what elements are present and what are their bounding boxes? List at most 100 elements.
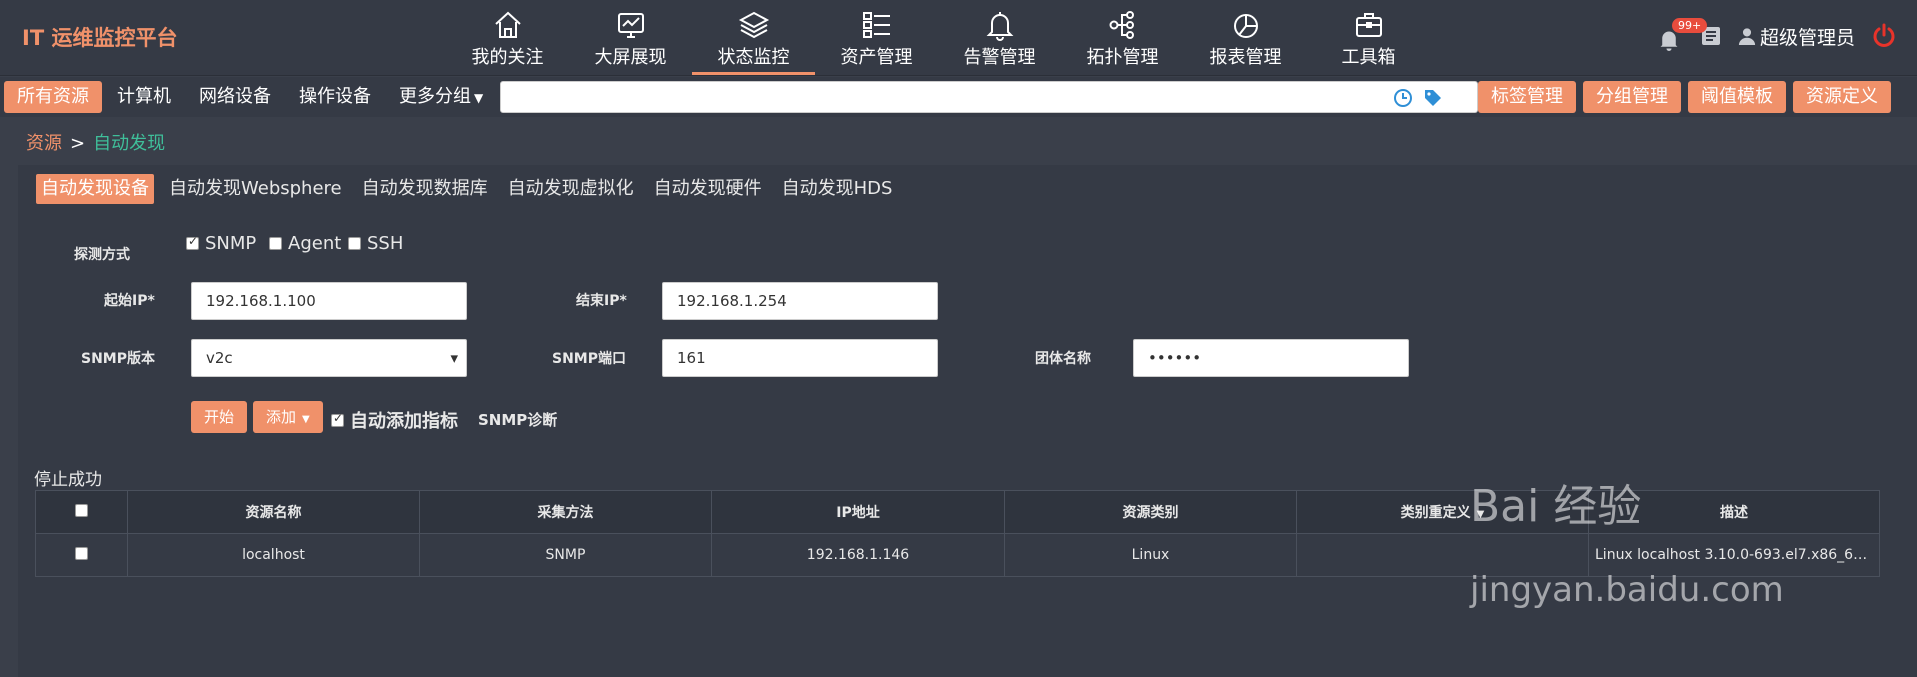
nav-item-asset-manage[interactable]: 资产管理	[815, 0, 938, 76]
snmp-version-select[interactable]: v2c	[191, 339, 467, 377]
select-all-checkbox[interactable]	[75, 503, 88, 517]
group-computer[interactable]: 计算机	[104, 81, 184, 113]
nav-label: 告警管理	[963, 47, 1036, 68]
start-ip-label: 起始IP*	[104, 293, 155, 309]
select-all-cell	[35, 490, 128, 534]
nav-label: 报表管理	[1209, 47, 1282, 68]
snmp-port-label: SNMP端口	[552, 351, 626, 367]
col-ip-address[interactable]: IP地址	[711, 490, 1005, 534]
tab-discover-virtualization[interactable]: 自动发现虚拟化	[503, 174, 639, 204]
community-input[interactable]: ••••••	[1133, 339, 1409, 377]
power-icon[interactable]	[1871, 23, 1897, 49]
auto-add-metric-checkbox[interactable]: 自动添加指标	[331, 407, 458, 433]
list-icon	[862, 12, 890, 38]
group-manage-button[interactable]: 分组管理	[1583, 81, 1681, 113]
top-navbar: IT 运维监控平台 我的关注 大屏展现 状态监控 资产管理 告警管理 拓扑管理	[0, 0, 1917, 76]
notifications-button[interactable]: 99+	[1658, 18, 1708, 51]
home-icon	[494, 11, 521, 38]
caret-down-icon: ▼	[302, 414, 310, 425]
threshold-template-button[interactable]: 阈值模板	[1688, 81, 1786, 113]
bell-icon	[986, 12, 1013, 41]
checkbox-box[interactable]	[331, 411, 344, 427]
tab-discover-database[interactable]: 自动发现数据库	[357, 174, 493, 204]
snmp-version-label: SNMP版本	[81, 351, 155, 367]
add-button-label: 添加	[266, 408, 297, 426]
snmp-diagnose-link[interactable]: SNMP诊断	[478, 409, 557, 430]
end-ip-label: 结束IP*	[576, 293, 627, 309]
discover-tabs: 自动发现设备 自动发现Websphere 自动发现数据库 自动发现虚拟化 自动发…	[36, 174, 897, 204]
nav-item-alarm-manage[interactable]: 告警管理	[938, 0, 1061, 76]
main-nav: 我的关注 大屏展现 状态监控 资产管理 告警管理 拓扑管理 报表管理 工具箱	[446, 0, 1430, 76]
probe-snmp-checkbox[interactable]: SNMP	[186, 233, 256, 254]
topology-icon	[1109, 11, 1134, 39]
cell-resource-name: localhost	[127, 533, 420, 577]
probe-ssh-label: SSH	[367, 233, 404, 254]
row-checkbox[interactable]	[75, 546, 88, 560]
app-title: IT 运维监控平台	[22, 26, 178, 50]
probe-method-label: 探测方式	[74, 247, 130, 263]
user-icon	[1738, 28, 1756, 45]
resource-group-bar: 所有资源 计算机 网络设备 操作设备 更多分组 ▼ 标签管理 分组管理 阈值模板 …	[0, 77, 1917, 117]
user-menu[interactable]: 超级管理员	[1738, 23, 1855, 50]
start-ip-input[interactable]: 192.168.1.100	[191, 282, 467, 320]
probe-ssh-checkbox[interactable]: SSH	[348, 233, 403, 254]
status-text: 停止成功	[34, 470, 102, 490]
layers-icon	[738, 11, 769, 39]
nav-item-big-screen[interactable]: 大屏展现	[569, 0, 692, 76]
breadcrumb-separator: >	[70, 133, 86, 154]
cell-resource-type: Linux	[1004, 533, 1297, 577]
nav-label: 我的关注	[471, 47, 544, 68]
cell-collect-method: SNMP	[419, 533, 712, 577]
community-label: 团体名称	[1035, 351, 1091, 367]
nav-label: 工具箱	[1341, 47, 1396, 68]
nav-item-status-monitor[interactable]: 状态监控	[692, 0, 815, 76]
add-dropdown-button[interactable]: 添加 ▼	[253, 401, 323, 433]
tab-discover-hds[interactable]: 自动发现HDS	[777, 174, 898, 204]
resource-define-button[interactable]: 资源定义	[1793, 81, 1891, 113]
nav-item-topology-manage[interactable]: 拓扑管理	[1061, 0, 1184, 76]
col-resource-name[interactable]: 资源名称	[127, 490, 420, 534]
tab-discover-websphere[interactable]: 自动发现Websphere	[164, 174, 347, 204]
probe-agent-label: Agent	[288, 233, 342, 254]
nav-label: 资产管理	[840, 47, 913, 68]
checkbox-box[interactable]	[186, 234, 199, 250]
checkbox-box[interactable]	[348, 237, 361, 250]
tab-discover-device[interactable]: 自动发现设备	[36, 174, 154, 204]
baidu-watermark: Bai 经验	[1470, 481, 1642, 532]
group-more-dropdown[interactable]: 更多分组 ▼	[386, 81, 496, 113]
tag-manage-button[interactable]: 标签管理	[1478, 81, 1576, 113]
baidu-watermark-url: jingyan.baidu.com	[1470, 570, 1784, 610]
start-button[interactable]: 开始	[191, 401, 248, 433]
nav-label: 大屏展现	[594, 47, 667, 68]
pie-chart-icon	[1233, 14, 1258, 38]
nav-item-toolbox[interactable]: 工具箱	[1307, 0, 1430, 76]
header-actions: 99+ 超级管理员	[1658, 18, 1897, 51]
col-type-redefine-label: 类别重定义	[1400, 505, 1471, 521]
breadcrumb-parent[interactable]: 资源	[26, 133, 62, 154]
tag-icon[interactable]	[1423, 88, 1443, 108]
nav-label: 状态监控	[717, 47, 790, 68]
group-operation-device[interactable]: 操作设备	[286, 81, 384, 113]
probe-agent-checkbox[interactable]: Agent	[269, 233, 341, 254]
snmp-port-input[interactable]: 161	[662, 339, 938, 377]
auto-add-metric-label: 自动添加指标	[350, 411, 458, 432]
nav-item-my-follow[interactable]: 我的关注	[446, 0, 569, 76]
monitor-icon	[617, 13, 644, 38]
search-input[interactable]	[501, 82, 1381, 112]
nav-item-report-manage[interactable]: 报表管理	[1184, 0, 1307, 76]
clock-icon[interactable]	[1393, 88, 1413, 108]
toolbox-icon	[1355, 13, 1382, 37]
caret-down-icon: ▼	[474, 91, 484, 105]
col-collect-method[interactable]: 采集方法	[419, 490, 712, 534]
breadcrumb: 资源 > 自动发现	[26, 129, 165, 155]
group-all-resources[interactable]: 所有资源	[4, 81, 102, 113]
col-resource-type[interactable]: 资源类别	[1004, 490, 1297, 534]
breadcrumb-current: 自动发现	[93, 133, 166, 154]
end-ip-input[interactable]: 192.168.1.254	[662, 282, 938, 320]
cell-ip-address: 192.168.1.146	[711, 533, 1005, 577]
checkbox-box[interactable]	[269, 237, 282, 250]
group-network-device[interactable]: 网络设备	[186, 81, 284, 113]
group-more-label: 更多分组	[399, 86, 471, 107]
nav-label: 拓扑管理	[1086, 47, 1159, 68]
tab-discover-hardware[interactable]: 自动发现硬件	[649, 174, 767, 204]
